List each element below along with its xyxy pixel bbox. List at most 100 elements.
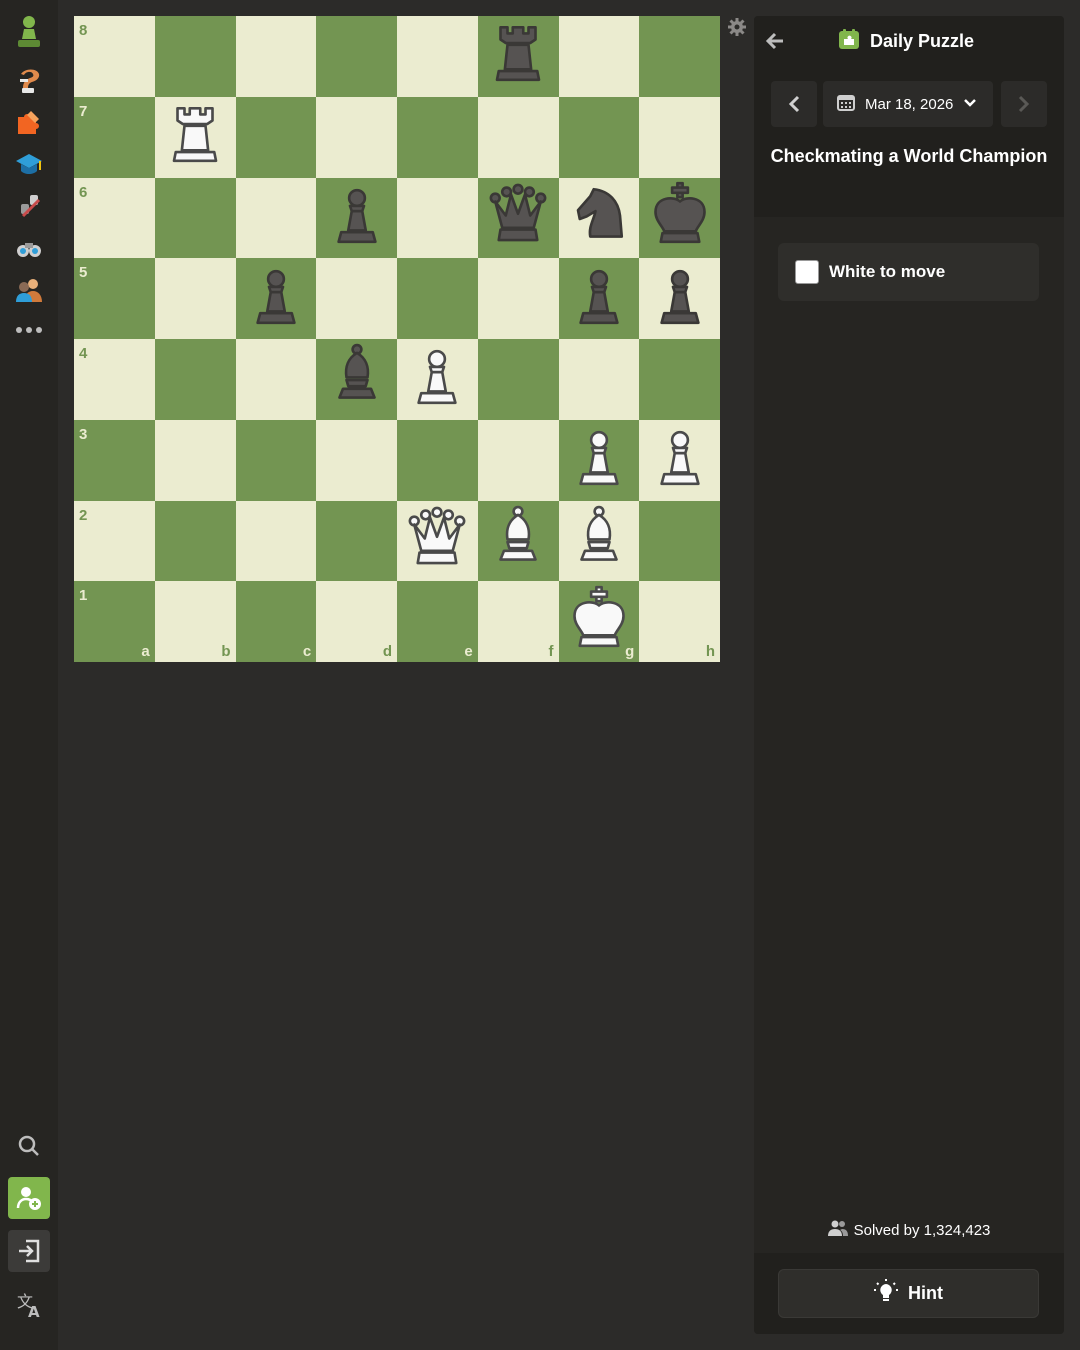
square-c6[interactable] [235,177,317,259]
black-pawn-icon[interactable] [564,261,634,336]
square-e1[interactable]: e [397,581,478,662]
square-c7[interactable] [235,96,317,178]
white-pawn-icon[interactable] [402,342,472,417]
play-icon[interactable] [9,62,49,98]
square-e8[interactable] [397,16,478,97]
square-d7[interactable] [316,96,397,178]
white-bishop-icon[interactable] [483,503,553,578]
pawn-logo-icon[interactable] [9,14,49,50]
square-c3[interactable] [235,419,317,501]
date-selector[interactable]: Mar 18, 2026 [823,81,993,127]
next-day-button[interactable] [1001,81,1047,127]
black-queen-icon[interactable] [483,180,553,255]
square-a5[interactable]: 5 [74,258,155,339]
square-h6[interactable] [639,177,720,259]
square-d4[interactable] [316,339,397,420]
square-g3[interactable] [558,419,640,501]
black-rook-icon[interactable] [483,19,553,94]
more-icon[interactable] [9,312,49,348]
square-f7[interactable] [477,96,559,178]
black-king-icon[interactable] [645,180,715,255]
square-c8[interactable] [235,16,317,97]
black-pawn-icon[interactable] [322,180,392,255]
square-f5[interactable] [477,258,559,339]
back-arrow-icon[interactable] [764,30,786,52]
white-queen-icon[interactable] [402,503,472,578]
square-a3[interactable]: 3 [74,419,155,501]
square-f8[interactable] [477,16,559,97]
puzzles-icon[interactable] [9,104,49,140]
search-icon[interactable] [8,1125,50,1167]
square-d6[interactable] [316,177,397,259]
white-pawn-icon[interactable] [564,423,634,498]
learn-icon[interactable] [9,146,49,182]
square-d3[interactable] [316,419,397,501]
square-d5[interactable] [316,258,397,339]
language-icon[interactable]: 文A [8,1284,50,1326]
board-settings-gear-icon[interactable] [727,17,747,37]
square-h2[interactable] [639,500,720,582]
black-pawn-icon[interactable] [645,261,715,336]
sign-up-icon[interactable] [8,1177,50,1219]
white-rook-icon[interactable] [160,100,230,175]
square-a8[interactable]: 8 [74,16,155,97]
black-bishop-icon[interactable] [322,342,392,417]
square-f4[interactable] [477,339,559,420]
square-g5[interactable] [558,258,640,339]
square-h4[interactable] [639,339,720,420]
square-g1[interactable]: g [558,581,640,662]
square-f2[interactable] [477,500,559,582]
square-c4[interactable] [235,339,317,420]
square-a4[interactable]: 4 [74,339,155,420]
square-c5[interactable] [235,258,317,339]
square-h7[interactable] [639,96,720,178]
square-g6[interactable] [558,177,640,259]
square-g8[interactable] [558,16,640,97]
watch-icon[interactable] [9,188,49,224]
square-g7[interactable] [558,96,640,178]
square-b7[interactable] [154,96,236,178]
previous-day-button[interactable] [771,81,817,127]
square-e3[interactable] [397,419,478,501]
chess-board[interactable]: 87654321abcdefgh [74,16,720,662]
square-h1[interactable]: h [639,581,720,662]
square-e5[interactable] [397,258,478,339]
square-e7[interactable] [397,96,478,178]
news-icon[interactable] [9,230,49,266]
square-d1[interactable]: d [316,581,397,662]
square-a7[interactable]: 7 [74,96,155,178]
square-b1[interactable]: b [154,581,236,662]
square-a6[interactable]: 6 [74,177,155,259]
square-e4[interactable] [397,339,478,420]
square-b4[interactable] [154,339,236,420]
white-king-icon[interactable] [564,584,634,659]
square-c1[interactable]: c [235,581,317,662]
square-b2[interactable] [154,500,236,582]
hint-button[interactable]: Hint [778,1269,1039,1318]
white-bishop-icon[interactable] [564,503,634,578]
square-e2[interactable] [397,500,478,582]
square-c2[interactable] [235,500,317,582]
square-e6[interactable] [397,177,478,259]
square-b8[interactable] [154,16,236,97]
white-pawn-icon[interactable] [645,423,715,498]
log-in-icon[interactable] [8,1230,50,1272]
square-a2[interactable]: 2 [74,500,155,582]
square-d2[interactable] [316,500,397,582]
black-pawn-icon[interactable] [241,261,311,336]
black-knight-icon[interactable] [564,180,634,255]
square-f6[interactable] [477,177,559,259]
social-icon[interactable] [9,272,49,308]
square-b6[interactable] [154,177,236,259]
square-b5[interactable] [154,258,236,339]
square-f3[interactable] [477,419,559,501]
square-h3[interactable] [639,419,720,501]
square-g2[interactable] [558,500,640,582]
square-d8[interactable] [316,16,397,97]
square-h8[interactable] [639,16,720,97]
square-g4[interactable] [558,339,640,420]
square-f1[interactable]: f [477,581,559,662]
square-b3[interactable] [154,419,236,501]
square-h5[interactable] [639,258,720,339]
square-a1[interactable]: 1a [74,581,155,662]
